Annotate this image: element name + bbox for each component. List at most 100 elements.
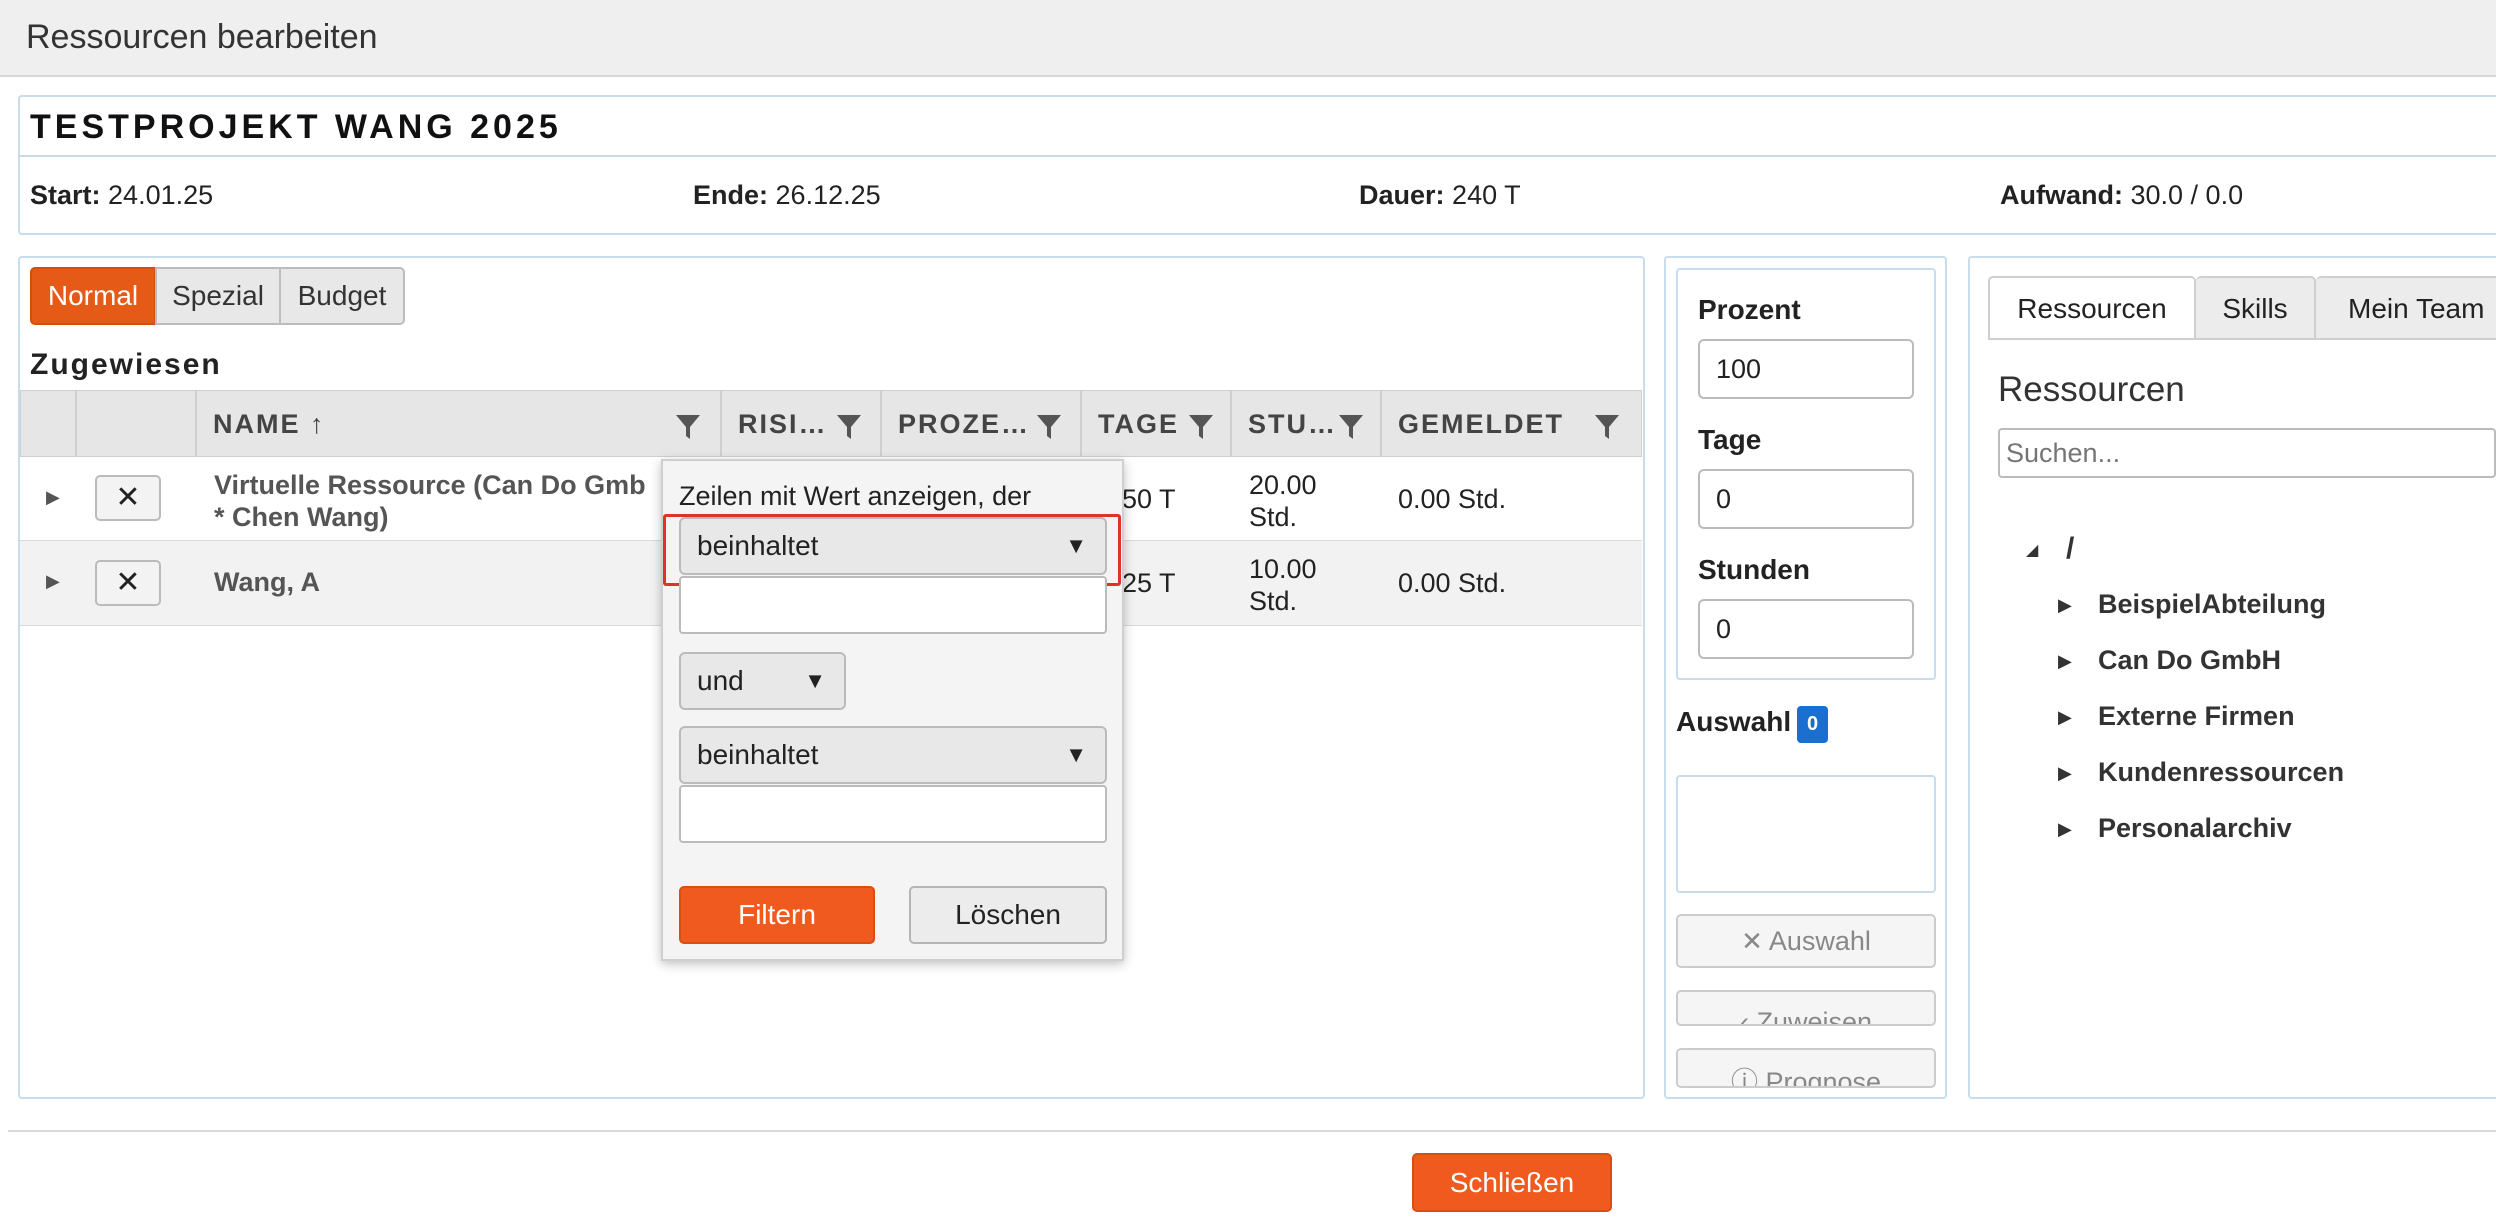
sort-up-icon: ↑ [310, 409, 326, 439]
col-hours[interactable]: STU… [1232, 391, 1382, 458]
project-name: TESTPROJEKT WANG 2025 [30, 108, 562, 146]
col-reported[interactable]: GEMELDET [1382, 391, 1643, 458]
filter-logic-value: und [697, 665, 744, 696]
col-risk-label: RISI… [738, 409, 828, 439]
expand-icon[interactable]: ▶ [2058, 763, 2072, 784]
chevron-left-icon: ‹ [1739, 1007, 1749, 1026]
tab-mein-team[interactable]: Mein Team [2316, 276, 2496, 340]
tab-budget[interactable]: Budget [279, 267, 405, 325]
expand-icon[interactable]: ▶ [46, 571, 60, 592]
resource-search-input[interactable] [1998, 428, 2496, 478]
days-label: Tage [1698, 424, 1762, 455]
clear-filter-button[interactable]: Löschen [909, 886, 1107, 944]
filter-icon[interactable] [836, 413, 862, 441]
dialog-title: Ressourcen bearbeiten [26, 18, 378, 56]
expand-icon[interactable]: ▶ [2058, 819, 2072, 840]
effort-label: Aufwand: [2000, 180, 2123, 210]
filter-icon[interactable] [675, 413, 701, 441]
project-divider [18, 155, 2496, 157]
expand-icon[interactable]: ▶ [2058, 707, 2072, 728]
dropdown-arrow-icon: ▼ [1065, 742, 1087, 767]
tab-skills[interactable]: Skills [2196, 276, 2316, 340]
reported-value: 0.00 Std. [1398, 484, 1507, 514]
project-duration: Dauer: 240 T [1359, 180, 1521, 211]
filter-popup-title: Zeilen mit Wert anzeigen, der [679, 481, 1032, 511]
filter-button[interactable]: Filtern [679, 886, 875, 944]
days-value: 25 T [1122, 568, 1176, 598]
resources-heading: Ressourcen [1998, 370, 2185, 409]
resource-name-line1: Virtuelle Ressource (Can Do Gmb [214, 470, 646, 500]
selection-list[interactable] [1676, 775, 1936, 893]
remove-button[interactable]: ✕ [95, 475, 161, 521]
expand-icon[interactable]: ▶ [2058, 595, 2072, 616]
duration-value: 240 T [1452, 180, 1521, 210]
clear-selection-button[interactable]: ✕ Auswahl [1676, 914, 1936, 968]
forecast-label: Prognose [1765, 1067, 1882, 1088]
resource-name: Wang, A [214, 567, 320, 597]
col-days-label: TAGE [1098, 409, 1179, 439]
clear-selection-label: Auswahl [1768, 926, 1871, 956]
tree-item-personalarchiv[interactable]: Personalarchiv [2098, 813, 2292, 844]
tab-normal[interactable]: Normal [30, 267, 156, 325]
project-end: Ende: 26.12.25 [693, 180, 881, 211]
filter-value-input-1[interactable] [679, 576, 1107, 634]
tree-root[interactable]: / [2066, 532, 2074, 566]
filter-icon[interactable] [1036, 413, 1062, 441]
hours-label: Stunden [1698, 554, 1810, 585]
col-hours-label: STU… [1248, 409, 1337, 439]
reported-value: 0.00 Std. [1398, 568, 1507, 598]
col-percent[interactable]: PROZE… [882, 391, 1082, 458]
hours-number: 20.00 [1249, 470, 1317, 500]
column-filter-popup: Zeilen mit Wert anzeigen, der beinhaltet… [661, 459, 1124, 961]
info-icon: ⓘ [1730, 1067, 1758, 1088]
col-remove [77, 391, 197, 458]
selection-label: Auswahl [1676, 706, 1792, 737]
filter-icon[interactable] [1188, 413, 1214, 441]
tab-ressourcen[interactable]: Ressourcen [1988, 276, 2196, 340]
dropdown-arrow-icon: ▼ [804, 668, 826, 693]
hours-unit: Std. [1249, 586, 1298, 616]
filter-operator-2-value: beinhaltet [697, 739, 819, 770]
col-name-title: NAME ↑ [213, 409, 326, 440]
percent-input[interactable]: 100 [1698, 339, 1914, 399]
assigned-grid-header: NAME ↑ RISI… PROZE… TAGE STU… GEMELDET [20, 390, 1643, 458]
close-icon: ✕ [1741, 926, 1763, 956]
assign-label: Zuweisen [1756, 1007, 1873, 1026]
close-button[interactable]: Schließen [1412, 1153, 1612, 1212]
tree-item-beispielabteilung[interactable]: BeispielAbteilung [2098, 589, 2326, 620]
effort-value: 30.0 / 0.0 [2130, 180, 2244, 210]
collapse-icon[interactable]: ◢ [2026, 540, 2038, 560]
tree-item-can-do-gmbh[interactable]: Can Do GmbH [2098, 645, 2281, 676]
col-reported-label: GEMELDET [1398, 409, 1565, 439]
expand-icon[interactable]: ▶ [2058, 651, 2072, 672]
duration-label: Dauer: [1359, 180, 1445, 210]
filter-operator-select-2[interactable]: beinhaltet ▼ [679, 726, 1107, 784]
tab-spezial[interactable]: Spezial [155, 267, 281, 325]
resource-name-line2: * Chen Wang) [214, 502, 389, 532]
footer-divider [8, 1130, 2496, 1132]
filter-logic-select[interactable]: und ▼ [679, 652, 846, 710]
selection-count-badge: 0 [1797, 706, 1828, 743]
expand-icon[interactable]: ▶ [46, 487, 60, 508]
hours-unit: Std. [1249, 502, 1298, 532]
col-days[interactable]: TAGE [1082, 391, 1232, 458]
filter-icon[interactable] [1338, 413, 1364, 441]
filter-icon[interactable] [1594, 413, 1620, 441]
hours-value: 10.00 Std. [1249, 553, 1317, 617]
resource-name: Virtuelle Ressource (Can Do Gmb * Chen W… [214, 469, 646, 533]
remove-button[interactable]: ✕ [95, 560, 161, 606]
assign-button[interactable]: ‹ Zuweisen [1676, 990, 1936, 1026]
days-input[interactable]: 0 [1698, 469, 1914, 529]
tree-item-kundenressourcen[interactable]: Kundenressourcen [2098, 757, 2344, 788]
hours-value: 20.00 Std. [1249, 469, 1317, 533]
col-name[interactable]: NAME ↑ [197, 391, 722, 458]
forecast-button[interactable]: ⓘ Prognose [1676, 1048, 1936, 1088]
hours-input[interactable]: 0 [1698, 599, 1914, 659]
filter-value-input-2[interactable] [679, 785, 1107, 843]
start-value: 24.01.25 [108, 180, 214, 210]
tree-item-externe-firmen[interactable]: Externe Firmen [2098, 701, 2295, 732]
dialog-titlebar: Ressourcen bearbeiten [0, 0, 2496, 77]
tab-strip-line [1988, 338, 2496, 340]
col-risk[interactable]: RISI… [722, 391, 882, 458]
col-percent-label: PROZE… [898, 409, 1031, 439]
